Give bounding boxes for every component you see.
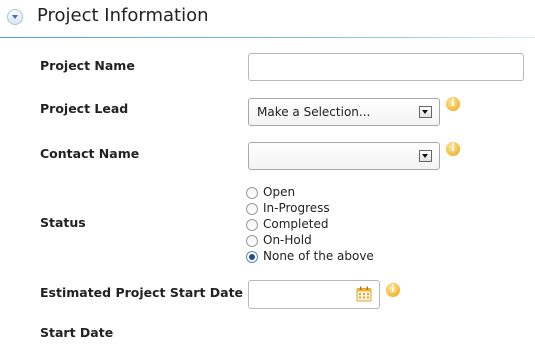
project-lead-label: Project Lead [40, 101, 129, 116]
contact-name-select[interactable] [248, 142, 440, 170]
estimated-start-date-label: Estimated Project Start Date [40, 285, 244, 300]
info-icon[interactable]: i [386, 283, 400, 297]
project-lead-select[interactable]: Make a Selection... [248, 98, 440, 126]
project-name-input[interactable] [248, 53, 524, 81]
radio-option-label: Completed [263, 217, 329, 231]
radio-button[interactable] [246, 203, 258, 215]
project-lead-selected-value: Make a Selection... [257, 105, 371, 119]
chevron-down-icon[interactable] [7, 9, 23, 25]
calendar-icon[interactable] [356, 286, 372, 302]
info-icon[interactable]: i [446, 142, 460, 156]
info-icon[interactable]: i [446, 97, 460, 111]
radio-option-label: None of the above [263, 249, 374, 263]
section-title: Project Information [37, 5, 209, 26]
dropdown-arrow-icon[interactable] [419, 106, 432, 118]
dropdown-arrow-icon[interactable] [419, 150, 432, 162]
contact-name-label: Contact Name [40, 146, 140, 161]
header-divider [0, 37, 535, 38]
project-name-label: Project Name [40, 58, 135, 73]
radio-button[interactable] [246, 219, 258, 231]
radio-option-label: On-Hold [263, 233, 312, 247]
radio-button[interactable] [246, 235, 258, 247]
start-date-label: Start Date [40, 325, 114, 340]
section-header: Project Information [0, 0, 535, 38]
radio-button-selected[interactable] [246, 251, 258, 263]
radio-option-label: In-Progress [263, 201, 330, 215]
status-label: Status [40, 215, 86, 230]
radio-button[interactable] [246, 187, 258, 199]
radio-option-label: Open [263, 185, 296, 199]
